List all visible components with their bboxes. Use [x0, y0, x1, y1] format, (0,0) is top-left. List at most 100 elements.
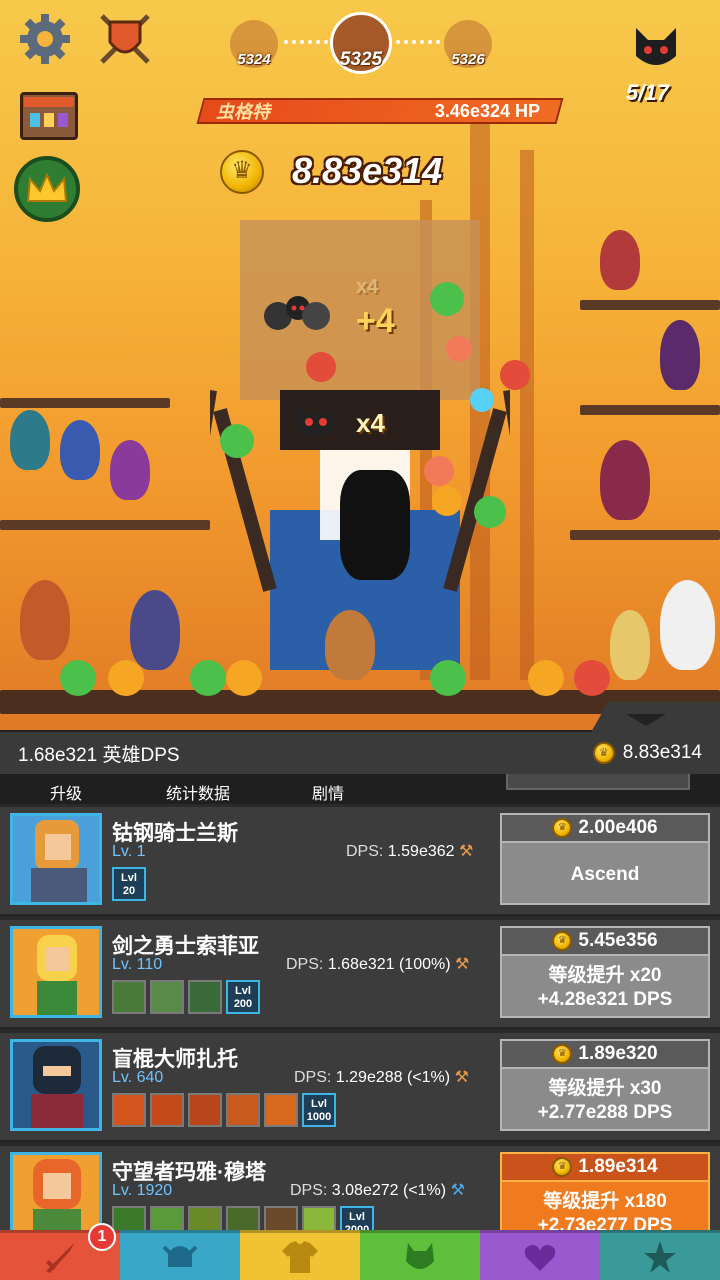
- skill-armor-icon[interactable]: [188, 980, 222, 1014]
- demon-face-icon[interactable]: [632, 24, 680, 72]
- candy-drop[interactable]: [474, 496, 506, 528]
- clan-shield-icon[interactable]: [96, 10, 154, 68]
- sword-icon: ⚒: [454, 1069, 469, 1086]
- candy-drop[interactable]: [430, 660, 466, 696]
- candy-drop[interactable]: [190, 660, 226, 696]
- crown-icon[interactable]: [14, 156, 80, 222]
- skill-kick-icon[interactable]: [112, 1093, 146, 1127]
- hero-dps: DPS: 3.08e272 (<1%) ⚒: [290, 1182, 465, 1199]
- skill-book-icon[interactable]: [264, 1206, 298, 1230]
- candy-drop[interactable]: [430, 282, 464, 316]
- stage-next[interactable]: 5326: [444, 20, 492, 68]
- nav-heroes-tab[interactable]: [120, 1230, 240, 1280]
- hero-list[interactable]: 钴钢骑士兰斯 Lv. 1 DPS: 1.59e362 ⚒ Lvl 20 ♛ 2.0…: [0, 804, 720, 1230]
- hero-skills: Lvl 20: [112, 867, 146, 901]
- gold-coin-icon: ♛: [552, 931, 573, 951]
- gold-coin-icon: ♛: [552, 1157, 573, 1177]
- skill-orb-icon[interactable]: [188, 1206, 222, 1230]
- candy-drop[interactable]: [108, 660, 144, 696]
- hero-portrait[interactable]: [10, 926, 102, 1018]
- skill-burst-icon[interactable]: [264, 1093, 298, 1127]
- skill-stick-icon[interactable]: [226, 1093, 260, 1127]
- skill-vine-icon[interactable]: [226, 1206, 260, 1230]
- candy-drop[interactable]: [470, 388, 494, 412]
- game-scene[interactable]: x4 +4 x4 5324 5325 5326 5/17 虫格特 3.46e32…: [0, 0, 720, 730]
- tab-statistics[interactable]: 统计数据: [166, 780, 230, 804]
- upgrade-cost: ♛ 2.00e406: [502, 815, 708, 843]
- nav-equipment-tab[interactable]: [240, 1230, 360, 1280]
- demon-group-icon: [258, 292, 334, 334]
- bottom-nav: 1: [0, 1223, 720, 1280]
- level-up-button[interactable]: ♛ 5.45e356 等级提升 x20 +4.28e321 DPS: [500, 926, 710, 1018]
- skill-nature-icon[interactable]: [112, 1206, 146, 1230]
- panel-collapse-tab[interactable]: [590, 702, 720, 734]
- tab-story[interactable]: 剧情: [312, 780, 344, 804]
- hero-figure: [600, 230, 640, 290]
- scaffold-shelf: [580, 300, 720, 310]
- level-up-button[interactable]: ♛ 1.89e314 等级提升 x180 +2.73e277 DPS: [500, 1152, 710, 1230]
- sword-icon: [46, 1242, 74, 1273]
- ascend-button[interactable]: ♛ 2.00e406 Ascend: [500, 813, 710, 905]
- hero-figure: [10, 410, 50, 470]
- hero-level: Lv. 640: [112, 1069, 164, 1086]
- buy-action-text: 等级提升 x20 +4.28e321 DPS: [537, 965, 673, 1010]
- stage-current[interactable]: 5325: [330, 12, 392, 74]
- hero-figure: [660, 320, 700, 390]
- tab-upgrade[interactable]: 升级: [50, 780, 82, 804]
- gold-coin-icon: ♛: [552, 1044, 573, 1064]
- hero-figure: [110, 440, 150, 500]
- nav-pets-tab[interactable]: [360, 1230, 480, 1280]
- candy-drop[interactable]: [432, 486, 462, 516]
- info-strip: 1.68e321 英雄DPS ♛ 8.83e314: [0, 732, 720, 774]
- hero-portrait[interactable]: [10, 1152, 102, 1230]
- candy-drop[interactable]: [226, 660, 262, 696]
- stage-prev[interactable]: 5324: [230, 20, 278, 68]
- star-icon: [644, 1240, 676, 1273]
- buy-mode-toggle[interactable]: [506, 774, 690, 790]
- list-item: 钴钢骑士兰斯 Lv. 1 DPS: 1.59e362 ⚒ Lvl 20 ♛ 2.0…: [0, 804, 720, 914]
- candy-drop[interactable]: [220, 424, 254, 458]
- candy-drop[interactable]: [500, 360, 530, 390]
- skill-staff-icon[interactable]: [150, 1093, 184, 1127]
- skill-sword-icon[interactable]: [112, 980, 146, 1014]
- combo-multiplier: x4: [356, 408, 385, 438]
- buy-action-text: 等级提升 x180 +2.73e277 DPS: [537, 1191, 673, 1230]
- list-item: 守望者玛雅·穆塔 Lv. 1920 DPS: 3.08e272 (<1%) ⚒ …: [0, 1143, 720, 1230]
- hero-level: Lv. 110: [112, 956, 163, 973]
- combo-multiplier-faded: x4: [356, 276, 379, 298]
- hero-portrait[interactable]: [10, 813, 102, 905]
- sword-master: [325, 610, 375, 680]
- upgrade-cost: ♛ 5.45e356: [502, 928, 708, 956]
- nav-sword-tab[interactable]: 1: [0, 1223, 120, 1280]
- hero-level: Lv. 1: [112, 843, 146, 860]
- candy-drop[interactable]: [446, 336, 472, 362]
- scaffold-shelf: [0, 398, 170, 408]
- nav-artifacts-tab[interactable]: [600, 1230, 720, 1280]
- level-up-button[interactable]: ♛ 1.89e320 等级提升 x30 +2.77e288 DPS: [500, 1039, 710, 1131]
- hero-dps: DPS: 1.29e288 (<1%) ⚒: [294, 1069, 469, 1086]
- hero-portrait[interactable]: [10, 1039, 102, 1131]
- candy-drop[interactable]: [424, 456, 454, 486]
- scaffold-shelf: [570, 530, 720, 540]
- skill-spiral-icon[interactable]: [188, 1093, 222, 1127]
- shop-stall-icon[interactable]: [20, 92, 78, 140]
- skill-leaf-icon[interactable]: [150, 1206, 184, 1230]
- skill-soldier-icon[interactable]: [150, 980, 184, 1014]
- gold-amount: 8.83e314: [622, 742, 702, 763]
- skill-light-icon[interactable]: [302, 1206, 336, 1230]
- settings-gear-icon[interactable]: [18, 12, 72, 66]
- candy-drop[interactable]: [528, 660, 564, 696]
- candy-drop[interactable]: [306, 352, 336, 382]
- hero-figure: [600, 440, 650, 520]
- nav-clan-tab[interactable]: [480, 1230, 600, 1280]
- shirt-icon: [282, 1240, 318, 1273]
- upgrade-cost: ♛ 1.89e320: [502, 1041, 708, 1069]
- boss-hp-bar: 虫格特 3.46e324 HP: [196, 98, 564, 124]
- hero-dps: DPS: 1.68e321 (100%) ⚒: [286, 956, 470, 973]
- hero-figure: [20, 580, 70, 660]
- hero-level: Lv. 1920: [112, 1182, 173, 1199]
- demon-icon: [294, 400, 338, 440]
- candy-drop[interactable]: [60, 660, 96, 696]
- candy-drop[interactable]: [574, 660, 610, 696]
- hero-skills: Lvl 2000: [112, 1206, 374, 1230]
